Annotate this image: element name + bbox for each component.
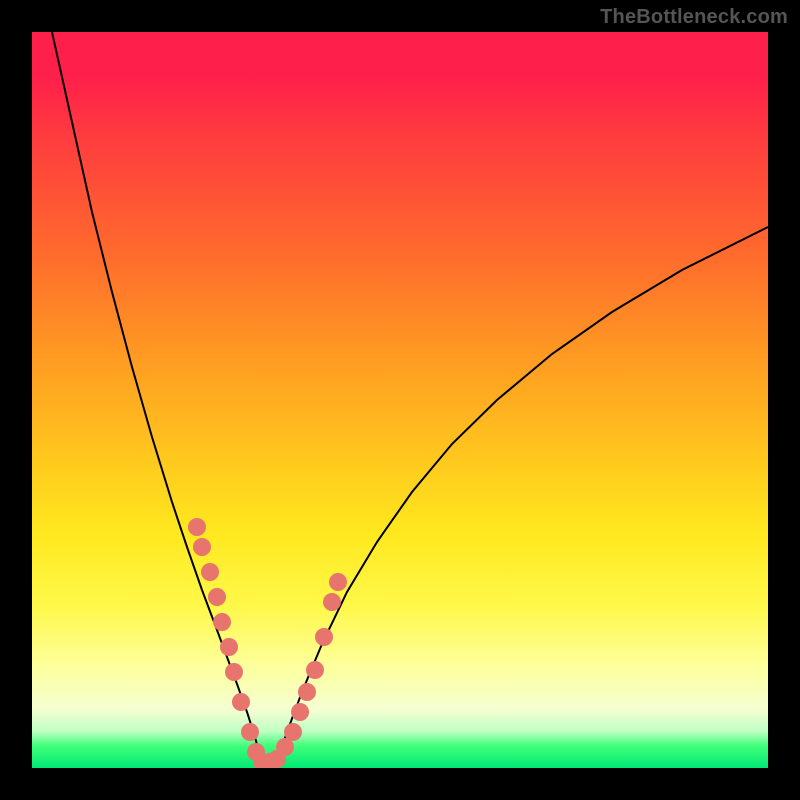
chart-svg [32, 32, 768, 768]
data-dot [291, 703, 309, 721]
data-dot [232, 693, 250, 711]
data-dot [201, 563, 219, 581]
data-dot [284, 723, 302, 741]
watermark-text: TheBottleneck.com [600, 6, 788, 29]
data-dot [188, 518, 206, 536]
data-dot [193, 538, 211, 556]
data-dot [306, 661, 324, 679]
data-dot [323, 593, 341, 611]
chart-frame: TheBottleneck.com [0, 0, 800, 800]
data-dot [220, 638, 238, 656]
data-dot [315, 628, 333, 646]
curve-right [277, 227, 768, 762]
scatter-dots [188, 518, 347, 768]
data-dot [241, 723, 259, 741]
data-dot [208, 588, 226, 606]
data-dot [213, 613, 231, 631]
plot-area [32, 32, 768, 768]
data-dot [298, 683, 316, 701]
data-dot [329, 573, 347, 591]
data-dot [225, 663, 243, 681]
